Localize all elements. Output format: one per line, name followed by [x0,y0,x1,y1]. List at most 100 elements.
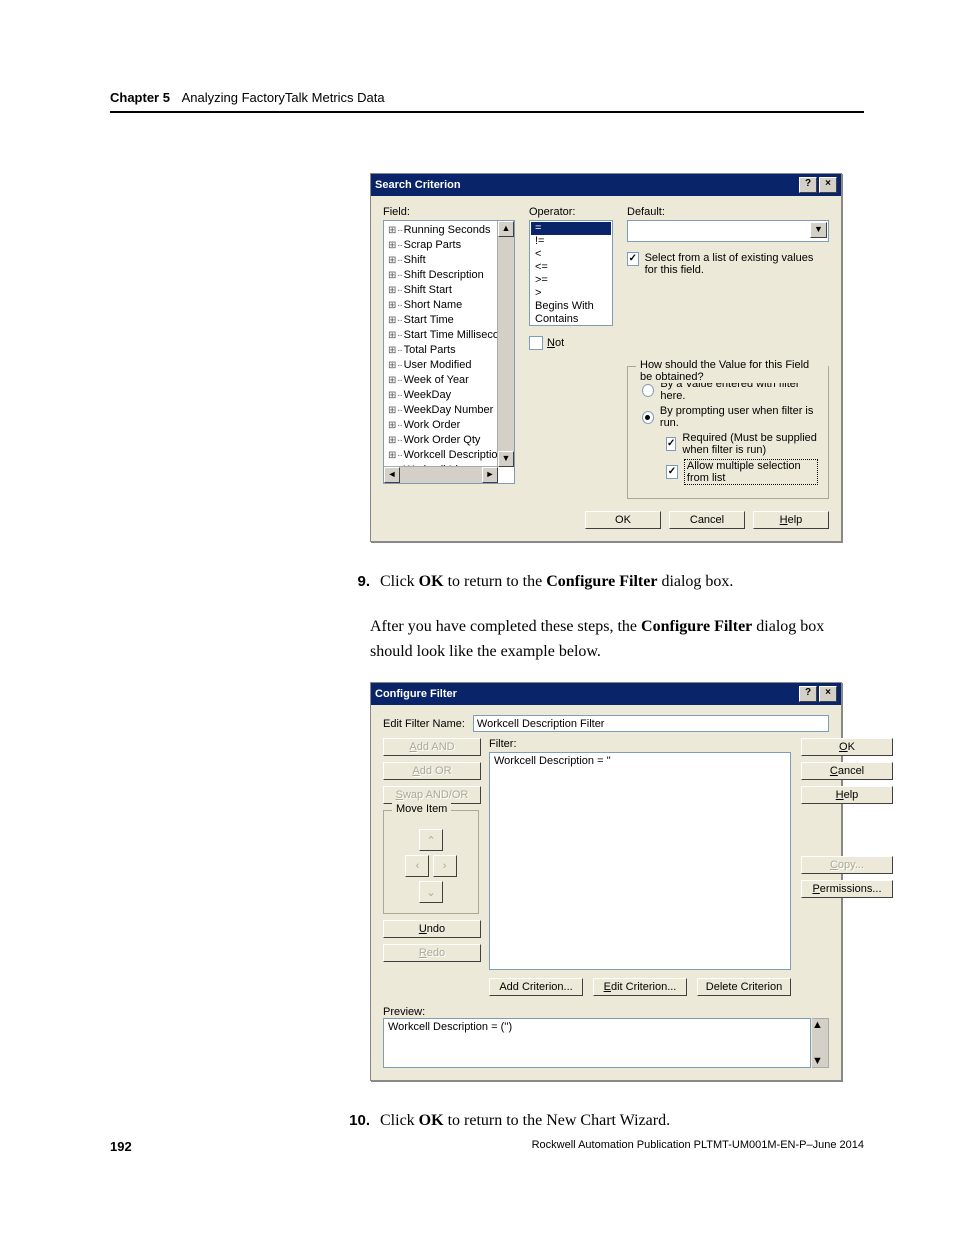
tree-item[interactable]: WeekDay [386,388,498,403]
edit-criterion-button[interactable]: Edit Criterion... [593,978,687,996]
add-or-button[interactable]: Add OR [383,762,481,780]
chevron-down-icon[interactable]: ▼ [810,222,827,238]
tree-item[interactable]: Scrap Parts [386,238,498,253]
value-obtained-group: How should the Value for this Field be o… [627,366,829,499]
text-bold: Configure Filter [546,573,657,590]
dialog-titlebar[interactable]: Search Criterion ? × [371,174,841,196]
operator-item[interactable]: < [531,248,611,261]
move-up-button[interactable]: ⌃ [419,829,443,851]
vertical-scrollbar[interactable]: ▲ ▼ [812,1018,829,1068]
move-item-group: Move Item ⌃ ‹ › ⌄ [383,810,479,914]
header-rule [110,111,864,113]
paragraph: After you have completed these steps, th… [370,615,860,665]
field-tree[interactable]: Running SecondsScrap PartsShiftShift Des… [383,220,515,484]
edit-filter-label: Edit Filter Name: [383,718,465,730]
horizontal-scrollbar[interactable]: ◄ ► [384,466,498,483]
step-number: 10. [334,1109,380,1134]
radio-by-value[interactable] [642,384,654,397]
multi-checkbox[interactable] [666,465,678,479]
filter-item[interactable]: Workcell Description = '' [494,755,786,767]
help-button[interactable]: Help [801,786,893,804]
tree-item[interactable]: Total Parts [386,343,498,358]
page-footer: 192 Rockwell Automation Publication PLTM… [110,1139,864,1154]
default-dropdown[interactable]: ▼ [627,220,829,242]
operator-item[interactable]: <= [531,261,611,274]
scroll-left-icon[interactable]: ◄ [384,467,400,483]
tree-item[interactable]: User Modified [386,358,498,373]
vertical-scrollbar[interactable]: ▲ ▼ [497,221,514,467]
dialog-title: Search Criterion [375,179,461,191]
operator-item[interactable]: = [531,222,611,235]
group-legend: How should the Value for this Field be o… [636,359,828,383]
operator-item[interactable]: >= [531,274,611,287]
dialog-title: Configure Filter [375,688,457,700]
operator-item[interactable]: != [531,235,611,248]
radio-by-prompt-label: By prompting user when filter is run. [660,405,818,429]
text-bold: Configure Filter [641,618,752,635]
operator-item[interactable]: > [531,287,611,300]
close-icon[interactable]: × [819,177,837,193]
tree-item[interactable]: Work Order [386,418,498,433]
tree-item[interactable]: WeekDay Number [386,403,498,418]
text: dialog box. [657,573,733,590]
add-and-button[interactable]: Add AND [383,738,481,756]
cancel-button[interactable]: Cancel [801,762,893,780]
help-icon[interactable]: ? [799,686,817,702]
move-left-button[interactable]: ‹ [405,855,429,877]
select-existing-checkbox[interactable] [627,252,639,266]
page-number: 192 [110,1139,132,1154]
text: to return to the New Chart Wizard. [444,1112,671,1129]
scroll-down-icon[interactable]: ▼ [812,1055,823,1067]
chapter-number: Chapter 5 [110,90,170,105]
default-label: Default: [627,206,829,218]
cancel-button[interactable]: Cancel [669,511,745,529]
tree-item[interactable]: Start Time [386,313,498,328]
redo-button[interactable]: Redo [383,944,481,962]
tree-item[interactable]: Work Order Qty [386,433,498,448]
tree-item[interactable]: Week of Year [386,373,498,388]
filter-listbox[interactable]: Workcell Description = '' [489,752,791,970]
text-bold: OK [419,573,444,590]
not-checkbox[interactable] [529,336,543,350]
copy-button[interactable]: Copy... [801,856,893,874]
undo-button[interactable]: Undo [383,920,481,938]
not-label: Not [547,337,564,349]
select-existing-label: Select from a list of existing values fo… [645,252,829,276]
move-right-button[interactable]: › [433,855,457,877]
help-button[interactable]: Help [753,511,829,529]
operator-label: Operator: [529,206,613,218]
tree-item[interactable]: Short Name [386,298,498,313]
operator-list[interactable]: =!=<<=>=>Begins WithContainsis NULLis no… [529,220,613,326]
close-icon[interactable]: × [819,686,837,702]
required-checkbox[interactable] [666,437,676,451]
scroll-right-icon[interactable]: ► [482,467,498,483]
move-down-button[interactable]: ⌄ [419,881,443,903]
dialog-titlebar[interactable]: Configure Filter ? × [371,683,841,705]
tree-item[interactable]: Start Time Milliseconds [386,328,498,343]
chapter-header: Chapter 5 Analyzing FactoryTalk Metrics … [110,90,864,105]
tree-item[interactable]: Running Seconds [386,223,498,238]
filter-name-input[interactable] [473,715,829,732]
swap-button[interactable]: Swap AND/OR [383,786,481,804]
scroll-up-icon[interactable]: ▲ [812,1019,823,1031]
tree-item[interactable]: Shift Start [386,283,498,298]
step-9: 9. Click OK to return to the Configure F… [334,570,860,595]
operator-item[interactable]: Contains [531,313,611,326]
text: to return to the [444,573,547,590]
help-icon[interactable]: ? [799,177,817,193]
delete-criterion-button[interactable]: Delete Criterion [697,978,791,996]
scroll-up-icon[interactable]: ▲ [498,221,514,237]
add-criterion-button[interactable]: Add Criterion... [489,978,583,996]
tree-item[interactable]: Workcell Description [386,448,498,463]
tree-item[interactable]: Shift [386,253,498,268]
tree-item[interactable]: Shift Description [386,268,498,283]
required-label: Required (Must be supplied when filter i… [682,432,818,456]
step-number: 9. [334,570,380,595]
ok-button[interactable]: OK [801,738,893,756]
scroll-down-icon[interactable]: ▼ [498,451,514,467]
ok-button[interactable]: OK [585,511,661,529]
preview-textarea[interactable]: Workcell Description = ('') [383,1018,811,1068]
radio-by-prompt[interactable] [642,411,654,424]
operator-item[interactable]: Begins With [531,300,611,313]
permissions-button[interactable]: Permissions... [801,880,893,898]
